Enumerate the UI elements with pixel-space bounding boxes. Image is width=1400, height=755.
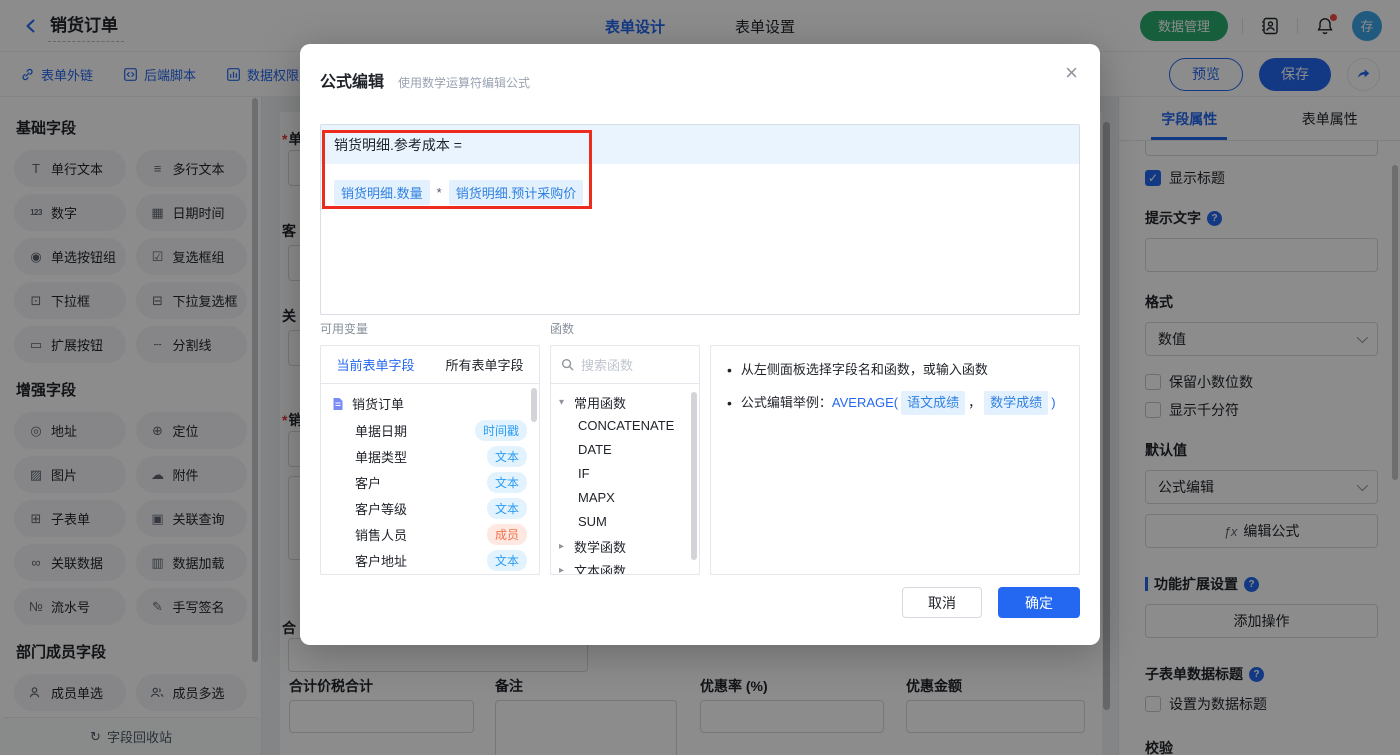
example-arg-chinese-score: 语文成绩	[901, 391, 966, 415]
chevron-right-icon: ▸	[559, 564, 565, 575]
variables-scrollbar-thumb[interactable]	[531, 388, 537, 422]
tab-current-form-fields[interactable]: 当前表单字段	[321, 346, 430, 383]
formula-help-panel: 从左侧面板选择字段名和函数，或输入函数 公式编辑举例： AVERAGE( 语文成…	[710, 345, 1080, 575]
type-badge: 成员	[486, 523, 527, 545]
functions-panel: 搜索函数 ▾ 常用函数 CONCATENATE DATE IF MAPX SUM…	[550, 345, 700, 575]
type-badge: 文本	[486, 445, 527, 467]
functions-label: 函数	[550, 322, 575, 336]
function-item-if[interactable]: IF	[551, 462, 699, 486]
function-item-sum[interactable]: SUM	[551, 510, 699, 534]
variable-row-doc-date[interactable]: 单据日期 时间戳	[321, 417, 539, 443]
variable-row-customer-level[interactable]: 客户等级 文本	[321, 495, 539, 521]
search-icon	[561, 358, 574, 371]
modal-title: 公式编辑	[320, 74, 385, 91]
function-group-math[interactable]: ▸ 数学函数	[551, 534, 699, 558]
type-badge: 文本	[486, 497, 527, 519]
formula-target: 销货明细.参考成本 =	[321, 125, 1079, 164]
variables-panel: 当前表单字段 所有表单字段 销货订单 单据日期 时间戳 单据类型 文本 客户 文…	[320, 345, 540, 575]
tab-all-form-fields[interactable]: 所有表单字段	[430, 346, 539, 383]
function-group-common[interactable]: ▾ 常用函数	[551, 390, 699, 414]
search-placeholder: 搜索函数	[581, 358, 634, 373]
tree-root-sales-order[interactable]: 销货订单	[321, 384, 539, 417]
function-group-text[interactable]: ▸ 文本函数	[551, 558, 699, 575]
chevron-down-icon: ▾	[559, 396, 565, 408]
confirm-button[interactable]: 确定	[998, 587, 1080, 618]
close-icon[interactable]: ×	[1065, 62, 1078, 84]
type-badge: 文本	[486, 471, 527, 493]
form-file-icon	[331, 397, 345, 411]
variable-row-sales-person[interactable]: 销售人员 成员	[321, 521, 539, 547]
type-badge: 时间戳	[474, 419, 527, 441]
modal-subtitle: 使用数学运算符编辑公式	[398, 76, 531, 90]
type-badge: 文本	[486, 549, 527, 571]
variable-row-customer-address[interactable]: 客户地址 文本	[321, 547, 539, 573]
function-item-mapx[interactable]: MAPX	[551, 486, 699, 510]
help-line-2: 公式编辑举例： AVERAGE( 语文成绩 ， 数学成绩 )	[727, 391, 1063, 415]
variables-tabs: 当前表单字段 所有表单字段	[321, 346, 539, 384]
formula-editor-modal: 公式编辑 使用数学运算符编辑公式 × 销货明细.参考成本 = 销货明细.数量 *…	[300, 44, 1100, 645]
formula-expression: 销货明细.数量 * 销货明细.预计采购价	[321, 164, 1079, 221]
example-arg-math-score: 数学成绩	[984, 391, 1049, 415]
modal-footer: 取消 确定	[902, 587, 1080, 618]
function-item-date[interactable]: DATE	[551, 438, 699, 462]
formula-token-purchase-price[interactable]: 销货明细.预计采购价	[448, 180, 584, 205]
cancel-button[interactable]: 取消	[902, 587, 982, 618]
variables-label: 可用变量	[320, 322, 369, 336]
help-line-1: 从左侧面板选择字段名和函数，或输入函数	[727, 360, 1063, 380]
function-item-concatenate[interactable]: CONCATENATE	[551, 414, 699, 438]
variable-row-partial[interactable]	[321, 573, 539, 574]
formula-editor[interactable]: 销货明细.参考成本 = 销货明细.数量 * 销货明细.预计采购价	[320, 124, 1080, 315]
form-designer-page: 销货订单 表单设计 表单设置 数据管理 存 表单外链 后端脚本 数据权限 预览 …	[0, 0, 1400, 755]
functions-scrollbar-thumb[interactable]	[691, 392, 697, 560]
variable-row-customer[interactable]: 客户 文本	[321, 469, 539, 495]
chevron-right-icon: ▸	[559, 540, 565, 552]
function-search[interactable]: 搜索函数	[551, 346, 699, 384]
formula-operator: *	[436, 185, 442, 200]
variable-row-doc-type[interactable]: 单据类型 文本	[321, 443, 539, 469]
modal-header: 公式编辑 使用数学运算符编辑公式	[320, 68, 530, 92]
formula-token-quantity[interactable]: 销货明细.数量	[334, 180, 430, 205]
